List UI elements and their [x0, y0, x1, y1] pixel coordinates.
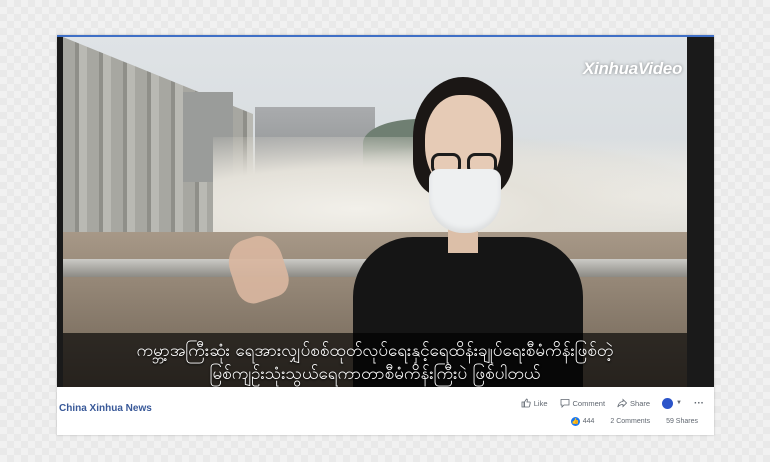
post-stats: 👍 444 2 Comments 59 Shares — [570, 417, 698, 426]
comment-label: Comment — [572, 398, 606, 408]
avatar-icon — [662, 397, 674, 409]
reactions-count-label: 444 — [582, 418, 595, 425]
like-button[interactable]: Like — [521, 398, 548, 408]
more-options-button[interactable]: ··· — [694, 398, 704, 409]
chevron-down-icon: ▼ — [676, 400, 682, 406]
thumbs-up-icon — [521, 398, 531, 408]
share-label: Share — [630, 398, 651, 408]
facebook-post-card: XinhuaVideo ကမ္ဘာ့အကြီးဆုံး ရေအားလျှပ်စစ… — [57, 35, 714, 435]
video-frame — [63, 37, 687, 389]
face-mask — [429, 169, 501, 233]
comments-count[interactable]: 2 Comments — [610, 418, 650, 425]
video-player[interactable]: XinhuaVideo ကမ္ဘာ့အကြီးဆုံး ရေအားလျှပ်စစ… — [57, 35, 714, 389]
reactions-count[interactable]: 👍 444 — [570, 417, 595, 426]
subtitle-line-2: မြစ်ကျဉ်းသုံးသွယ်ရေကာတာစီမံကိန်းကြီးပဲ ဖ… — [209, 364, 541, 384]
comment-button[interactable]: Comment — [560, 398, 606, 408]
shares-count[interactable]: 59 Shares — [666, 418, 698, 425]
post-footer: China Xinhua News Like Comment Share ▼ ·… — [57, 387, 714, 435]
more-icon: ··· — [694, 397, 704, 409]
subtitle-line-1: ကမ္ဘာ့အကြီးဆုံး ရေအားလျှပ်စစ်ထုတ်လုပ်ရေး… — [136, 341, 614, 361]
share-button[interactable]: Share — [617, 398, 650, 408]
page-name-link[interactable]: China Xinhua News — [59, 403, 152, 414]
xinhua-video-watermark: XinhuaVideo — [583, 59, 683, 78]
like-reaction-icon: 👍 — [570, 417, 580, 426]
comment-icon — [560, 399, 569, 408]
like-label: Like — [533, 398, 548, 408]
share-icon — [617, 398, 628, 408]
audience-selector[interactable]: ▼ — [662, 397, 682, 409]
post-actions: Like Comment Share ▼ ··· — [521, 396, 704, 410]
